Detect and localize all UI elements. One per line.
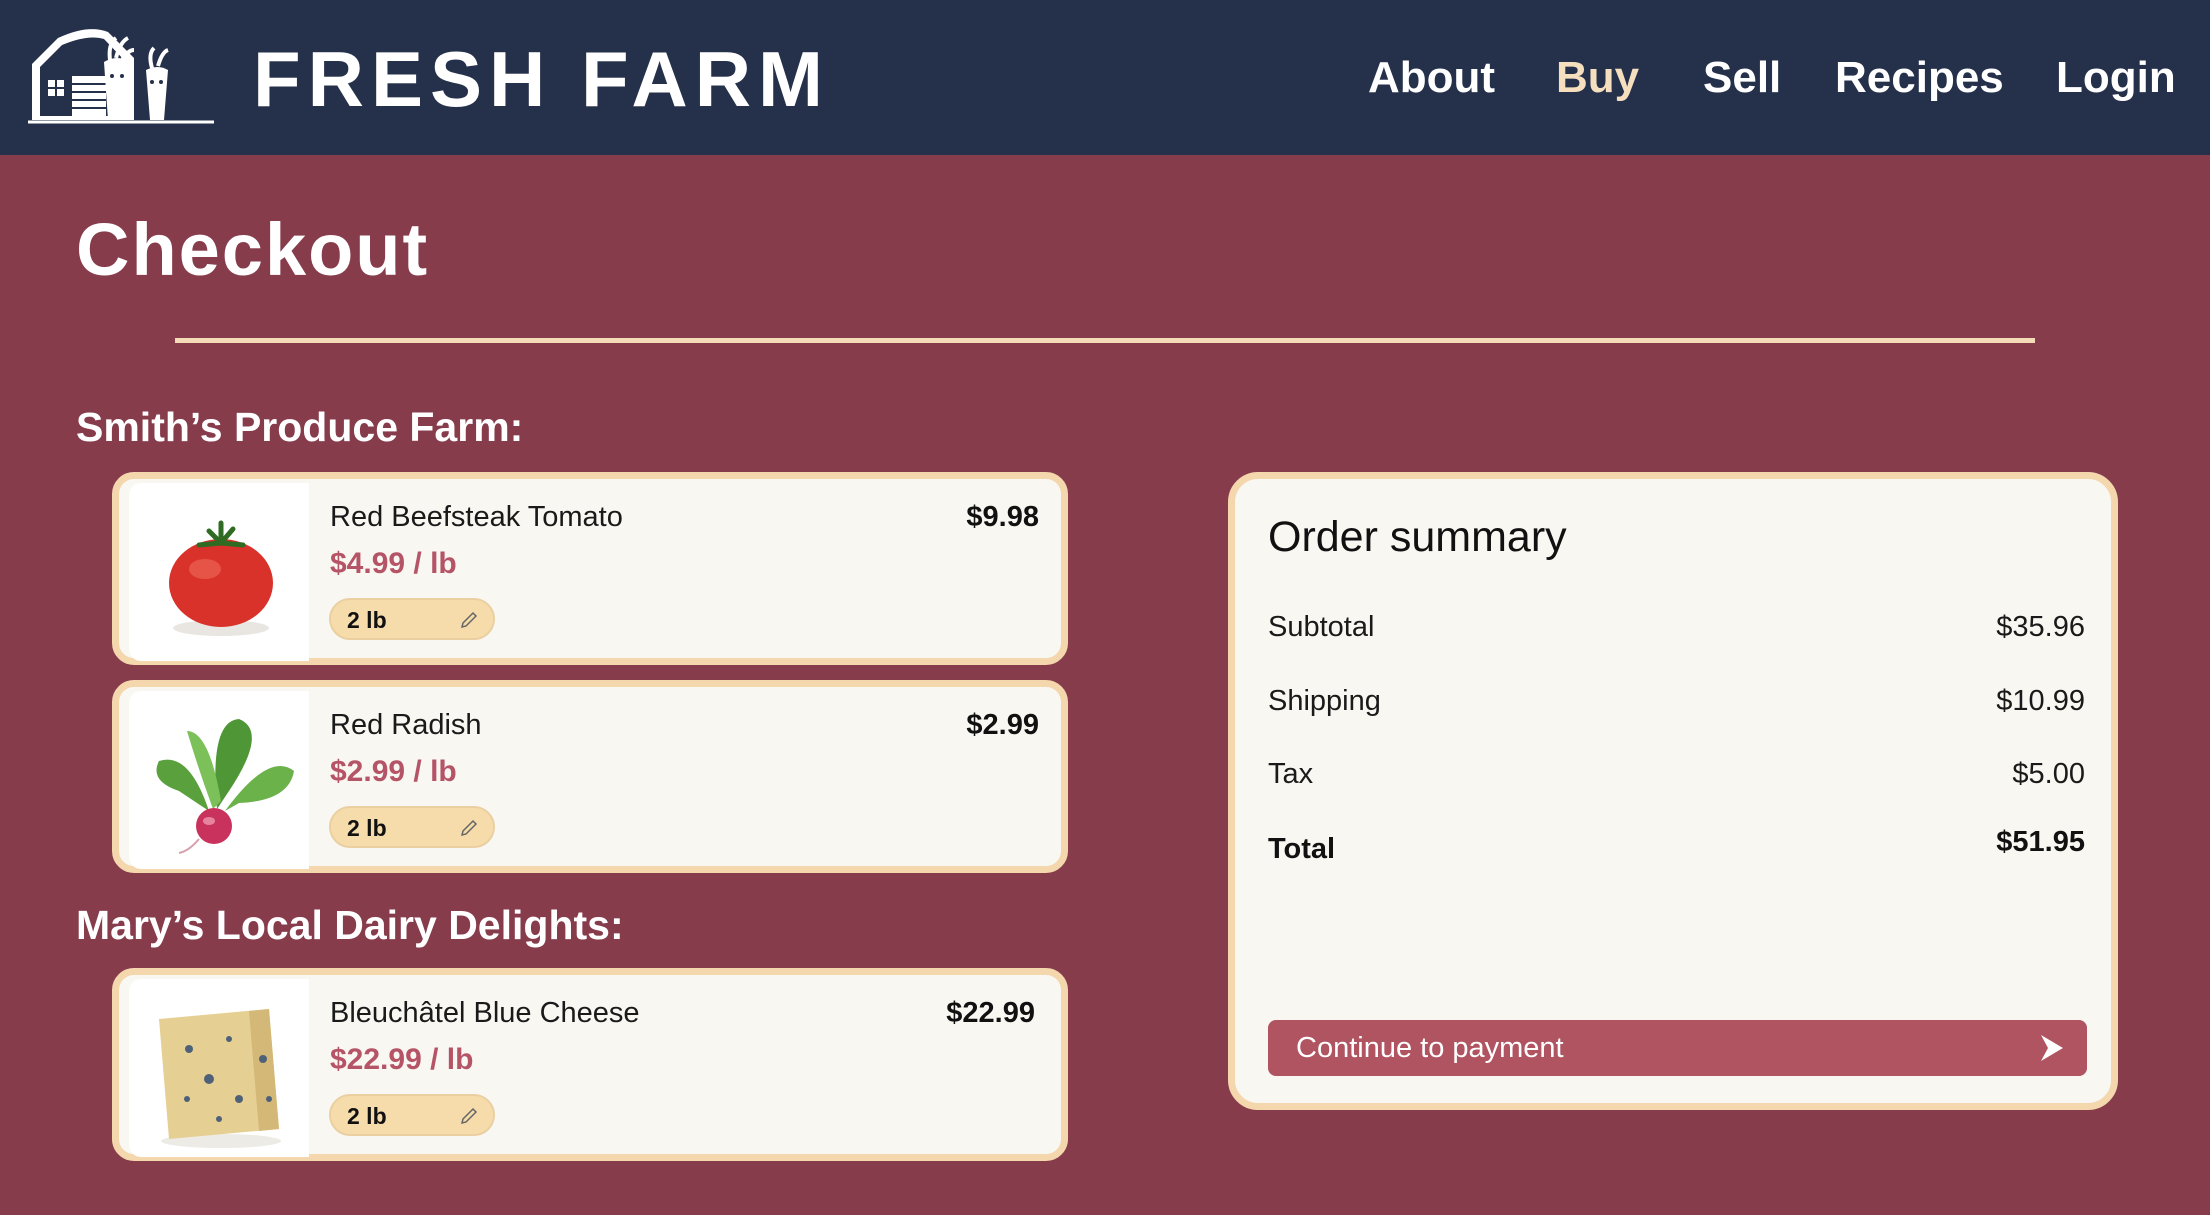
order-summary-title: Order summary bbox=[1268, 513, 1567, 561]
cart-item-blue-cheese: Bleuchâtel Blue Cheese $22.99 $22.99 / l… bbox=[112, 968, 1068, 1161]
quantity-value: 2 lb bbox=[347, 815, 387, 841]
nav-about[interactable]: About bbox=[1368, 52, 1495, 104]
item-total: $9.98 bbox=[966, 501, 1039, 533]
subtotal-label: Subtotal bbox=[1268, 611, 1375, 643]
tax-label: Tax bbox=[1268, 758, 1314, 790]
item-unit-price: $4.99 / lb bbox=[330, 547, 457, 580]
item-total: $2.99 bbox=[966, 709, 1039, 741]
continue-to-payment-label: Continue to payment bbox=[1296, 1032, 1564, 1064]
page-title: Checkout bbox=[76, 208, 430, 291]
item-unit-price: $22.99 / lb bbox=[330, 1043, 474, 1076]
brand-name[interactable]: FRESH FARM bbox=[253, 36, 830, 122]
farm-heading-marys: Mary’s Local Dairy Delights: bbox=[76, 902, 624, 948]
nav-recipes[interactable]: Recipes bbox=[1835, 52, 2004, 104]
subtotal-value: $35.96 bbox=[1996, 611, 2085, 643]
farm-heading-smiths: Smith’s Produce Farm: bbox=[76, 404, 524, 450]
total-label: Total bbox=[1268, 833, 1336, 865]
pencil-icon[interactable] bbox=[459, 610, 479, 630]
item-unit-price: $2.99 / lb bbox=[330, 755, 457, 788]
quantity-edit-button[interactable]: 2 lb bbox=[329, 1094, 495, 1136]
nav-buy[interactable]: Buy bbox=[1556, 52, 1639, 104]
quantity-edit-button[interactable]: 2 lb bbox=[329, 598, 495, 640]
blue-cheese-image bbox=[129, 979, 309, 1157]
quantity-edit-button[interactable]: 2 lb bbox=[329, 806, 495, 848]
pencil-icon[interactable] bbox=[459, 818, 479, 838]
quantity-value: 2 lb bbox=[347, 1103, 387, 1129]
arrow-right-icon bbox=[2041, 1035, 2063, 1061]
item-name: Red Beefsteak Tomato bbox=[330, 501, 623, 533]
title-divider bbox=[175, 338, 2035, 343]
nav-login[interactable]: Login bbox=[2056, 52, 2176, 104]
order-summary-panel: Order summary Subtotal $35.96 Shipping $… bbox=[1228, 472, 2118, 1110]
shipping-label: Shipping bbox=[1268, 685, 1381, 717]
tomato-image bbox=[129, 483, 309, 661]
cart-item-tomato: Red Beefsteak Tomato $9.98 $4.99 / lb 2 … bbox=[112, 472, 1068, 665]
top-navbar: FRESH FARM About Buy Sell Recipes Login bbox=[0, 0, 2210, 155]
item-name: Bleuchâtel Blue Cheese bbox=[330, 997, 640, 1029]
farm-barn-logo-icon[interactable] bbox=[28, 24, 214, 126]
item-name: Red Radish bbox=[330, 709, 482, 741]
pencil-icon[interactable] bbox=[459, 1106, 479, 1126]
item-total: $22.99 bbox=[946, 997, 1035, 1029]
nav-sell[interactable]: Sell bbox=[1703, 52, 1781, 104]
continue-to-payment-button[interactable]: Continue to payment bbox=[1268, 1020, 2087, 1076]
tax-value: $5.00 bbox=[2012, 758, 2085, 790]
quantity-value: 2 lb bbox=[347, 607, 387, 633]
radish-image bbox=[129, 691, 309, 869]
cart-item-radish: Red Radish $2.99 $2.99 / lb 2 lb bbox=[112, 680, 1068, 873]
total-value: $51.95 bbox=[1996, 826, 2085, 858]
shipping-value: $10.99 bbox=[1996, 685, 2085, 717]
